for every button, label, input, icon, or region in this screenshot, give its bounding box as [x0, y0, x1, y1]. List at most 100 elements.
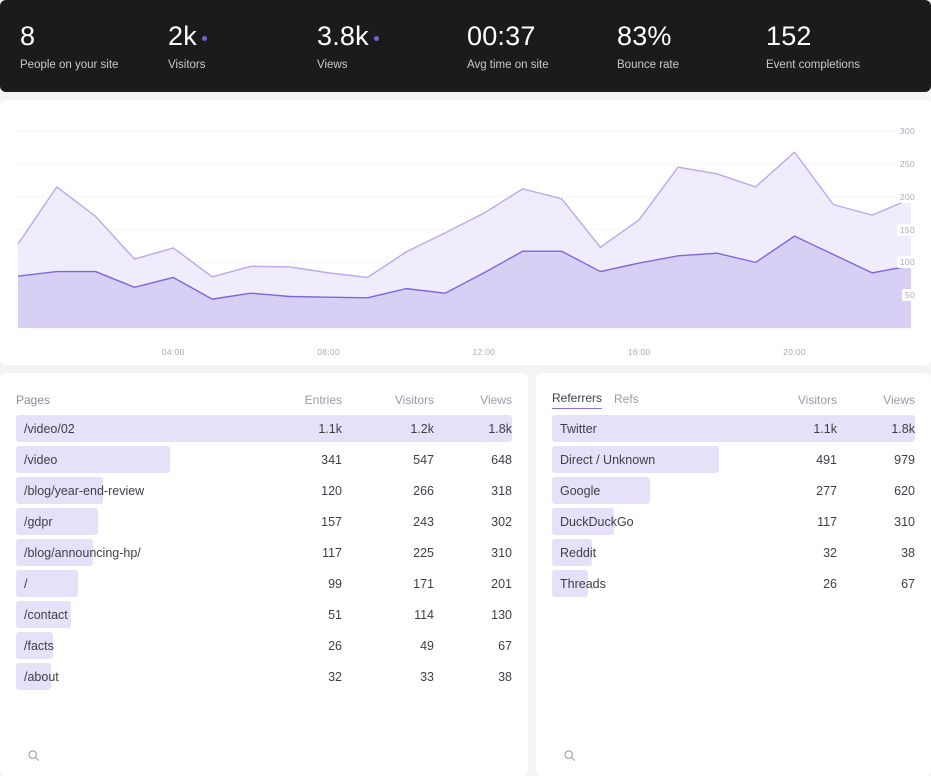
row-value-views: 38: [837, 546, 915, 560]
row-value-views: 67: [434, 639, 512, 653]
row-value-views: 67: [837, 577, 915, 591]
table-row[interactable]: Reddit3238: [552, 537, 915, 568]
row-label: Direct / Unknown: [552, 453, 745, 467]
bottom-panels: Pages Entries Visitors Views /video/021.…: [0, 373, 931, 776]
stat-value: 83%: [617, 20, 679, 52]
row-value-visitors: 491: [745, 453, 837, 467]
y-axis-tick-label: 250: [897, 158, 918, 170]
table-row[interactable]: /blog/announcing-hp/117225310: [16, 537, 512, 568]
table-row[interactable]: Twitter1.1k1.8k: [552, 413, 915, 444]
y-axis-tick-label: 150: [897, 224, 918, 236]
stat-value: 152: [766, 20, 860, 52]
pages-footer: [16, 734, 512, 776]
stat-number: 83%: [617, 20, 672, 52]
y-axis-tick-label: 300: [897, 125, 918, 137]
row-label: /about: [16, 670, 264, 684]
row-value-views: 979: [837, 453, 915, 467]
x-axis-tick-label: 12:00: [473, 347, 496, 357]
column-header-entries: Entries: [264, 393, 342, 407]
x-axis-tick-label: 04:00: [162, 347, 185, 357]
row-value-visitors: 266: [342, 484, 434, 498]
row-label: /video: [16, 453, 264, 467]
row-value-visitors: 114: [342, 608, 434, 622]
row-value-views: 648: [434, 453, 512, 467]
live-indicator-dot: [374, 36, 379, 41]
row-label: DuckDuckGo: [552, 515, 745, 529]
stat-card: 2kVisitors: [168, 20, 207, 72]
table-row[interactable]: Google277620: [552, 475, 915, 506]
table-row[interactable]: /contact51114130: [16, 599, 512, 630]
search-icon[interactable]: [22, 744, 44, 766]
row-value-entries: 99: [264, 577, 342, 591]
table-row[interactable]: Direct / Unknown491979: [552, 444, 915, 475]
row-value-views: 38: [434, 670, 512, 684]
table-row[interactable]: /gdpr157243302: [16, 506, 512, 537]
row-value-entries: 120: [264, 484, 342, 498]
table-row[interactable]: /blog/year-end-review120266318: [16, 475, 512, 506]
column-header-views: Views: [837, 393, 915, 407]
row-label: /blog/announcing-hp/: [16, 546, 264, 560]
row-value-visitors: 1.1k: [745, 422, 837, 436]
table-row[interactable]: /video/021.1k1.2k1.8k: [16, 413, 512, 444]
stat-label: People on your site: [20, 58, 118, 72]
row-value-visitors: 117: [745, 515, 837, 529]
x-axis-tick-label: 08:00: [317, 347, 340, 357]
row-label: Twitter: [552, 422, 745, 436]
referrers-footer: [552, 734, 915, 776]
stat-number: 3.8k: [317, 20, 369, 52]
row-value-entries: 1.1k: [264, 422, 342, 436]
referrers-panel: Referrers Refs Visitors Views Twitter1.1k…: [536, 373, 931, 776]
stat-value: 3.8k: [317, 20, 379, 52]
stat-number: 2k: [168, 20, 197, 52]
row-value-views: 1.8k: [434, 422, 512, 436]
row-label: Threads: [552, 577, 745, 591]
table-row[interactable]: /video341547648: [16, 444, 512, 475]
row-label: Reddit: [552, 546, 745, 560]
stat-card: 3.8kViews: [317, 20, 379, 72]
row-value-views: 1.8k: [837, 422, 915, 436]
referrers-tabs: Referrers Refs: [552, 391, 639, 409]
row-value-visitors: 49: [342, 639, 434, 653]
stat-label: Bounce rate: [617, 58, 679, 72]
row-value-views: 310: [434, 546, 512, 560]
referrers-header: Referrers Refs Visitors Views: [552, 387, 915, 413]
row-value-visitors: 277: [745, 484, 837, 498]
chart-area[interactable]: 5010015020025030004:0008:0012:0016:0020:…: [0, 100, 931, 365]
tab-referrers[interactable]: Referrers: [552, 391, 602, 409]
row-value-visitors: 225: [342, 546, 434, 560]
y-axis-tick-label: 200: [897, 191, 918, 203]
row-label: /contact: [16, 608, 264, 622]
stat-value: 2k: [168, 20, 207, 52]
referrers-rows: Twitter1.1k1.8kDirect / Unknown491979Goo…: [552, 413, 915, 734]
stat-value: 00:37: [467, 20, 549, 52]
row-label: Google: [552, 484, 745, 498]
stat-card: 83% Bounce rate: [617, 20, 679, 72]
tab-refs[interactable]: Refs: [614, 392, 639, 409]
search-icon[interactable]: [558, 744, 580, 766]
x-axis-tick-label: 20:00: [783, 347, 806, 357]
y-axis-tick-label: 100: [897, 256, 918, 268]
row-value-visitors: 32: [745, 546, 837, 560]
stat-number: 8: [20, 20, 35, 52]
table-row[interactable]: Threads2667: [552, 568, 915, 599]
row-label: /blog/year-end-review: [16, 484, 264, 498]
row-value-views: 310: [837, 515, 915, 529]
row-value-entries: 157: [264, 515, 342, 529]
column-header-visitors: Visitors: [342, 393, 434, 407]
analytics-dashboard: 8People on your site2kVisitors3.8kViews0…: [0, 0, 931, 776]
y-axis-tick-label: 50: [902, 289, 918, 301]
row-value-visitors: 33: [342, 670, 434, 684]
table-row[interactable]: /about323338: [16, 661, 512, 692]
row-value-views: 302: [434, 515, 512, 529]
stat-card: 152Event completions: [766, 20, 860, 72]
stat-card: 00:37Avg time on site: [467, 20, 549, 72]
table-row[interactable]: /99171201: [16, 568, 512, 599]
stat-value: 8: [20, 20, 118, 52]
pages-panel: Pages Entries Visitors Views /video/021.…: [0, 373, 528, 776]
pages-title: Pages: [16, 393, 50, 407]
table-row[interactable]: DuckDuckGo117310: [552, 506, 915, 537]
row-value-views: 318: [434, 484, 512, 498]
table-row[interactable]: /facts264967: [16, 630, 512, 661]
row-value-views: 201: [434, 577, 512, 591]
column-header-visitors: Visitors: [745, 393, 837, 407]
